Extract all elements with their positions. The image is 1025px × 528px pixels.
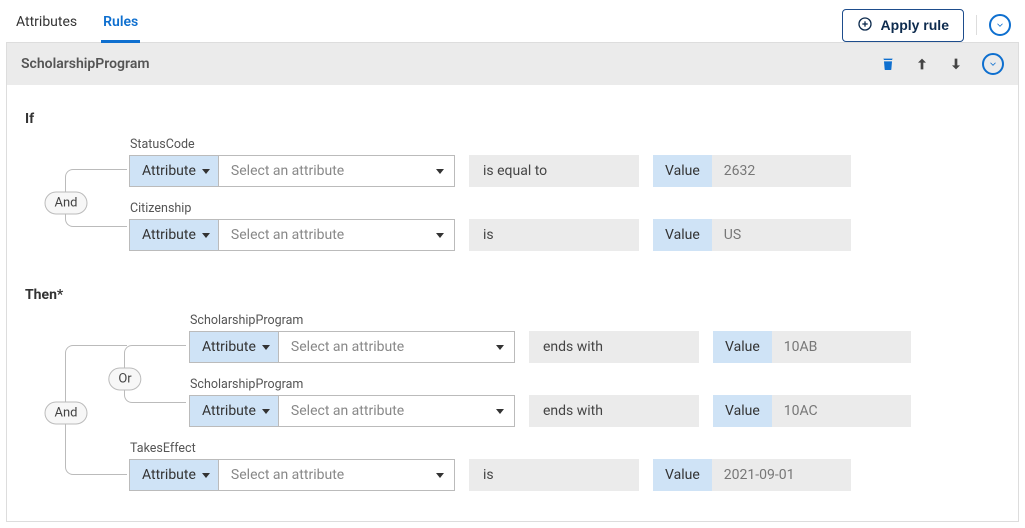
value-input[interactable]: Value 2021-09-01 [653, 459, 851, 491]
condition-label: ScholarshipProgram [189, 313, 1000, 331]
chevron-down-icon [202, 169, 210, 174]
tabs: Attributes Rules [14, 8, 140, 43]
attribute-select[interactable]: Attribute Select an attribute [189, 395, 515, 427]
comparator[interactable]: is [469, 219, 639, 251]
chevron-down-icon [202, 473, 210, 478]
tab-attributes[interactable]: Attributes [14, 8, 79, 43]
chevron-down-icon [262, 409, 270, 414]
attribute-select[interactable]: Attribute Select an attribute [129, 219, 455, 251]
rule-header: ScholarshipProgram [7, 43, 1018, 85]
condition-row: ScholarshipProgram Attribute Select an a… [189, 377, 1000, 427]
comparator[interactable]: is equal to [469, 155, 639, 187]
value-input[interactable]: Value 10AC [713, 395, 911, 427]
rule-title: ScholarshipProgram [21, 56, 150, 72]
comparator[interactable]: ends with [529, 395, 699, 427]
value-input[interactable]: Value US [653, 219, 851, 251]
value-input[interactable]: Value 10AB [713, 331, 911, 363]
condition-row: StatusCode Attribute Select an attribute… [129, 137, 1000, 187]
then-operator-pill[interactable]: And [45, 402, 88, 425]
chevron-down-icon [436, 473, 444, 478]
condition-label: TakesEffect [129, 441, 1000, 459]
condition-row: ScholarshipProgram Attribute Select an a… [189, 313, 1000, 363]
comparator[interactable]: is [469, 459, 639, 491]
condition-label: StatusCode [129, 137, 1000, 155]
move-up-icon[interactable] [914, 56, 930, 72]
value-input[interactable]: Value 2632 [653, 155, 851, 187]
attribute-select[interactable]: Attribute Select an attribute [129, 155, 455, 187]
attribute-select[interactable]: Attribute Select an attribute [129, 459, 455, 491]
condition-row: Citizenship Attribute Select an attribut… [129, 201, 1000, 251]
divider [976, 15, 977, 35]
apply-rule-label: Apply rule [881, 17, 949, 33]
rule-collapse-toggle[interactable] [982, 53, 1004, 75]
chevron-down-icon [436, 233, 444, 238]
chevron-down-icon [496, 409, 504, 414]
delete-icon[interactable] [880, 56, 896, 72]
apply-rule-button[interactable]: Apply rule [842, 9, 964, 42]
chevron-down-icon [202, 233, 210, 238]
if-label: If [25, 111, 1000, 127]
condition-label: Citizenship [129, 201, 1000, 219]
condition-label: ScholarshipProgram [189, 377, 1000, 395]
chevron-down-icon [262, 345, 270, 350]
tab-rules[interactable]: Rules [101, 8, 140, 43]
then-group: And Or ScholarshipProgram Attribute Sele… [25, 313, 1000, 491]
rule-body: If And StatusCode Attribute Select an at… [7, 85, 1018, 521]
then-label: Then* [25, 287, 1000, 303]
top-bar: Attributes Rules Apply rule [0, 0, 1025, 42]
if-operator-pill[interactable]: And [45, 192, 88, 215]
or-group: Or ScholarshipProgram Attribute Select a… [129, 313, 1000, 427]
or-operator-pill[interactable]: Or [108, 368, 141, 391]
chevron-down-icon [436, 169, 444, 174]
move-down-icon[interactable] [948, 56, 964, 72]
attribute-select[interactable]: Attribute Select an attribute [189, 331, 515, 363]
rule-header-actions [880, 53, 1004, 75]
top-actions: Apply rule [842, 9, 1011, 42]
plus-circle-icon [857, 16, 873, 35]
chevron-down-icon [496, 345, 504, 350]
condition-row: TakesEffect Attribute Select an attribut… [129, 441, 1000, 491]
comparator[interactable]: ends with [529, 331, 699, 363]
if-group: And StatusCode Attribute Select an attri… [25, 137, 1000, 251]
collapse-toggle[interactable] [989, 14, 1011, 36]
rule-area: ScholarshipProgram If And StatusCode [6, 42, 1019, 522]
